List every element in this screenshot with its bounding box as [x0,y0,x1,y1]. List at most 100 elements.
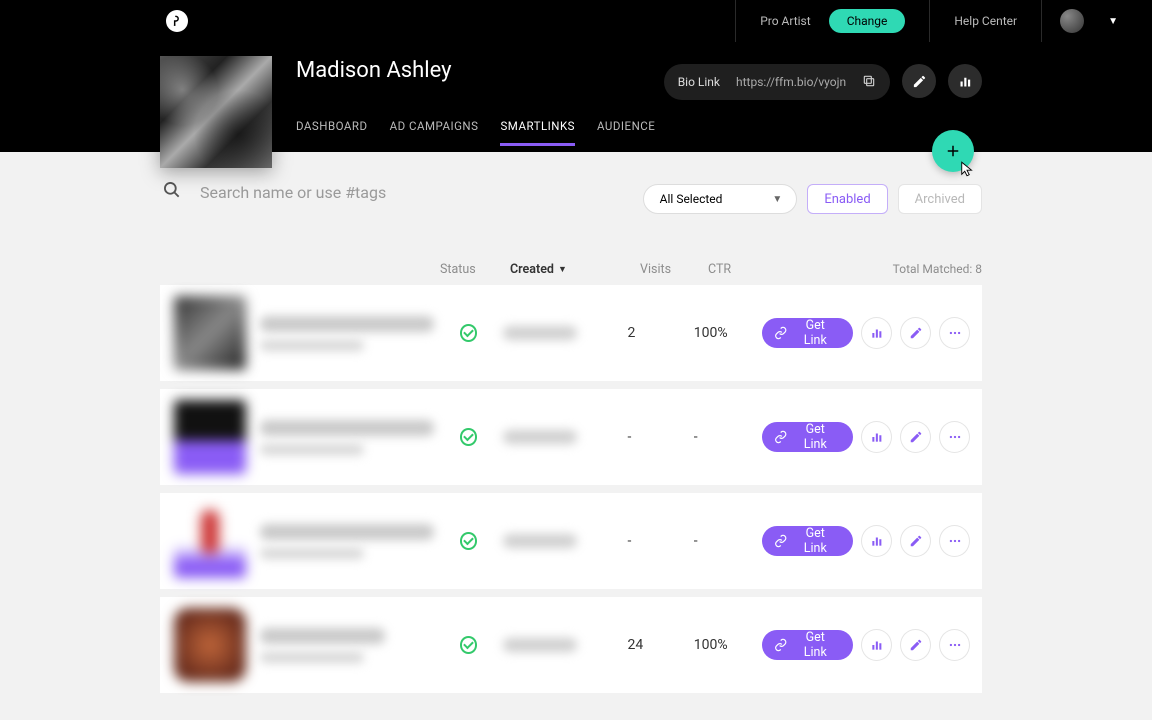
enabled-filter-button[interactable]: Enabled [807,184,887,214]
artist-profile-image [160,56,272,168]
table-header: Status Created ▼ Visits CTR Total Matche… [160,262,982,285]
row-subtitle-blurred [260,652,364,663]
row-ctr: 100% [694,325,762,341]
bars-icon [870,430,884,444]
row-analytics-button[interactable] [861,421,892,453]
type-filter-dropdown[interactable]: All Selected ▼ [643,184,798,214]
sort-caret-icon: ▼ [558,264,567,275]
col-created-sort[interactable]: Created ▼ [510,262,640,277]
link-icon [774,430,787,444]
link-icon [774,534,787,548]
search-icon [162,180,182,204]
col-status: Status [440,262,510,277]
row-visits: 24 [627,637,693,653]
row-ctr: - [694,533,762,549]
pencil-icon [909,638,923,652]
change-plan-button[interactable]: Change [829,9,906,33]
archived-filter-button[interactable]: Archived [898,184,982,214]
dots-icon [948,430,962,444]
artist-header: Madison Ashley DASHBOARD AD CAMPAIGNS SM… [0,42,1152,152]
row-subtitle-blurred [260,340,364,351]
row-title-blurred [260,628,385,644]
status-enabled-icon [460,324,478,342]
row-created-blurred [503,638,577,652]
copy-icon[interactable] [862,73,876,92]
bars-icon [870,326,884,340]
row-more-button[interactable] [939,421,970,453]
smartlink-row: - - Get Link [160,389,982,485]
get-link-button[interactable]: Get Link [762,630,853,660]
row-artwork [174,608,246,682]
col-visits: Visits [640,262,708,277]
row-more-button[interactable] [939,525,970,557]
dots-icon [948,534,962,548]
dropdown-label: All Selected [660,192,723,206]
user-menu-caret-icon[interactable]: ▼ [1108,16,1118,27]
row-edit-button[interactable] [900,421,931,453]
pencil-icon [909,430,923,444]
main-tabs: DASHBOARD AD CAMPAIGNS SMARTLINKS AUDIEN… [296,119,664,146]
smartlink-row: 24 100% Get Link [160,597,982,693]
row-visits: - [627,533,693,549]
biolink-pill: Bio Link https://ffm.bio/vyojn9l [664,64,890,100]
app-logo[interactable] [166,10,188,32]
pencil-icon [909,326,923,340]
plus-icon [944,142,962,160]
topbar: Pro Artist Change Help Center ▼ [0,0,1152,42]
row-title-blurred [260,420,434,436]
row-title-blurred [260,316,434,332]
biolink-analytics-button[interactable] [948,64,982,98]
logo-icon [170,14,184,28]
row-subtitle-blurred [260,444,364,455]
row-artwork [174,504,246,578]
user-avatar[interactable] [1060,9,1084,33]
row-artwork [174,296,246,370]
pencil-icon [912,74,927,89]
link-icon [774,326,787,340]
row-artwork [174,400,246,474]
smartlink-row: - - Get Link [160,493,982,589]
search-input[interactable] [200,183,600,202]
row-ctr: 100% [694,637,762,653]
row-analytics-button[interactable] [861,525,892,557]
edit-biolink-button[interactable] [902,64,936,98]
biolink-url: https://ffm.bio/vyojn9l [736,75,846,89]
tab-dashboard[interactable]: DASHBOARD [296,119,368,146]
row-edit-button[interactable] [900,629,931,661]
status-enabled-icon [460,428,478,446]
row-more-button[interactable] [939,629,970,661]
help-center-link[interactable]: Help Center [954,14,1017,28]
total-matched-label: Total Matched: 8 [893,262,982,277]
smartlink-row: 2 100% Get Link [160,285,982,381]
link-icon [774,638,787,652]
row-edit-button[interactable] [900,525,931,557]
tab-ad-campaigns[interactable]: AD CAMPAIGNS [390,119,479,146]
row-visits: 2 [627,325,693,341]
row-analytics-button[interactable] [861,317,892,349]
row-visits: - [627,429,693,445]
row-created-blurred [503,534,577,548]
row-title-blurred [260,524,434,540]
col-ctr: CTR [708,262,768,277]
row-more-button[interactable] [939,317,970,349]
tab-smartlinks[interactable]: SMARTLINKS [500,119,575,146]
bars-icon [958,74,973,89]
row-created-blurred [503,430,577,444]
biolink-label: Bio Link [678,75,720,89]
get-link-button[interactable]: Get Link [762,526,853,556]
row-analytics-button[interactable] [861,629,892,661]
get-link-button[interactable]: Get Link [762,422,853,452]
artist-name: Madison Ashley [296,58,664,83]
create-smartlink-button[interactable] [932,130,974,172]
row-edit-button[interactable] [900,317,931,349]
row-created-blurred [503,326,577,340]
status-enabled-icon [460,636,478,654]
row-ctr: - [694,429,762,445]
dots-icon [948,638,962,652]
row-subtitle-blurred [260,548,364,559]
tab-audience[interactable]: AUDIENCE [597,119,655,146]
status-enabled-icon [460,532,478,550]
plan-label: Pro Artist [760,14,811,28]
bars-icon [870,638,884,652]
get-link-button[interactable]: Get Link [762,318,853,348]
